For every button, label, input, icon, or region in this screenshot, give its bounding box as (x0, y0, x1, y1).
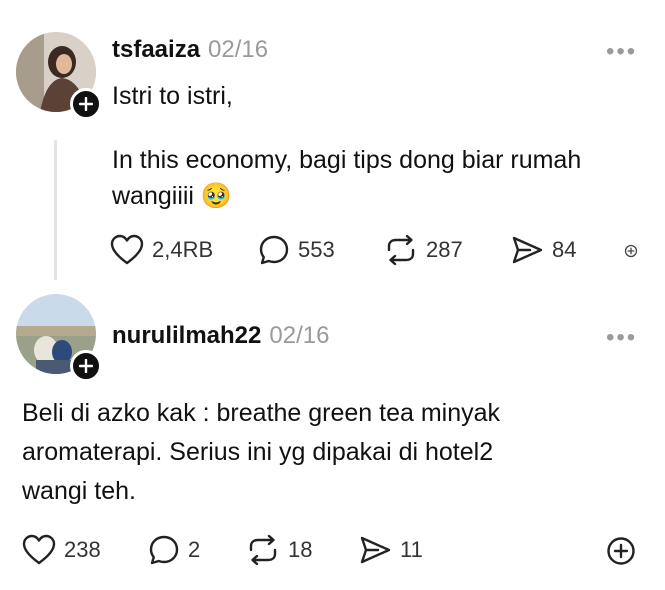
post-text: Beli di azko kak : breathe green tea min… (22, 394, 642, 511)
post-line: Beli di azko kak : breathe green tea min… (22, 399, 501, 427)
comment-icon (259, 235, 289, 265)
repost-icon (249, 534, 277, 566)
post-header: tsfaaiza 02/16 (112, 36, 268, 64)
share-button[interactable]: 11 (358, 534, 423, 566)
username[interactable]: nurulilmah22 (112, 322, 261, 350)
reply-count: 2 (188, 537, 201, 562)
post-date: 02/16 (208, 36, 269, 63)
repost-button[interactable]: 287 (384, 234, 463, 266)
add-circle-icon (624, 244, 638, 258)
quote-button[interactable] (606, 536, 636, 571)
like-count: 2,4RB (152, 237, 214, 262)
share-count: 84 (552, 237, 577, 262)
more-options-icon[interactable]: ••• (606, 38, 637, 66)
post-text: Istri to istri, In this economy, bagi ti… (112, 78, 642, 214)
repost-count: 287 (426, 237, 463, 262)
reply-button[interactable]: 2 (148, 534, 200, 566)
comment-icon (149, 535, 179, 565)
like-button[interactable]: 2,4RB (110, 234, 213, 266)
like-count: 238 (64, 537, 101, 562)
post-line: aromaterapi. Serius ini yg dipakai di ho… (22, 438, 494, 466)
post-line: wangiiii 🥹 (112, 182, 233, 210)
share-button[interactable]: 84 (510, 234, 576, 266)
heart-icon (110, 234, 144, 265)
send-icon (512, 236, 543, 264)
follow-plus-icon[interactable] (70, 350, 102, 382)
like-button[interactable]: 238 (22, 534, 101, 566)
share-count: 11 (400, 537, 423, 562)
follow-plus-icon[interactable] (70, 88, 102, 120)
reply-count: 553 (298, 237, 335, 262)
post-date: 02/16 (269, 322, 330, 349)
post-line: In this economy, bagi tips dong biar rum… (112, 146, 582, 174)
repost-count: 18 (288, 537, 313, 562)
post-line: Istri to istri, (112, 82, 233, 110)
add-circle-icon (607, 537, 635, 565)
username[interactable]: tsfaaiza (112, 36, 200, 64)
reply-button[interactable]: 553 (258, 234, 335, 266)
heart-icon (22, 534, 56, 565)
repost-button[interactable]: 18 (246, 534, 312, 566)
more-options-icon[interactable]: ••• (606, 324, 637, 352)
thread-line (54, 140, 57, 280)
quote-button[interactable] (624, 244, 638, 263)
repost-icon (387, 234, 415, 266)
send-icon (360, 536, 391, 564)
post-header: nurulilmah22 02/16 (112, 322, 329, 350)
post-line: wangi teh. (22, 477, 136, 505)
